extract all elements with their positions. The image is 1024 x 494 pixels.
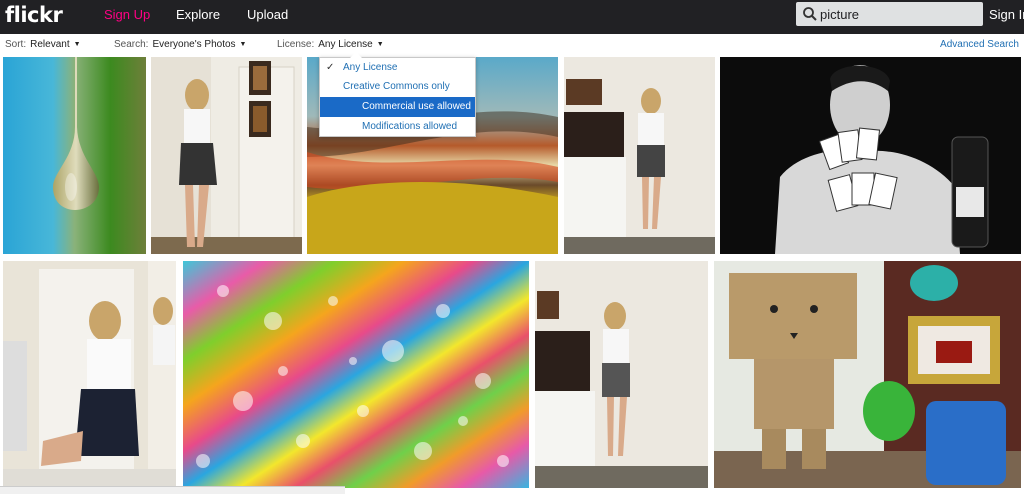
photo-woman-bedroom[interactable] xyxy=(564,57,715,254)
photo-mirror-selfie[interactable] xyxy=(3,261,176,488)
option-label: Creative Commons only xyxy=(343,81,450,92)
photo-colorful-droplets[interactable] xyxy=(183,261,529,488)
sort-filter[interactable]: Sort: Relevant ▼ xyxy=(5,39,81,50)
photo-woman-hallway[interactable] xyxy=(151,57,302,254)
upload-link[interactable]: Upload xyxy=(247,7,288,22)
search-scope-value[interactable]: Everyone's Photos xyxy=(152,39,235,50)
search-scope-filter[interactable]: Search: Everyone's Photos ▼ xyxy=(114,39,246,50)
license-option-creative-commons[interactable]: Creative Commons only xyxy=(320,77,475,97)
sign-in-link[interactable]: Sign In xyxy=(989,7,1024,22)
license-label: License: xyxy=(277,39,315,50)
search-input[interactable] xyxy=(820,4,978,24)
license-option-any[interactable]: ✓ Any License xyxy=(320,58,475,78)
photo-woman-cards[interactable] xyxy=(720,57,1021,254)
filter-bar: Sort: Relevant ▼ Search: Everyone's Photos ▼… xyxy=(0,34,1024,56)
explore-link[interactable]: Explore xyxy=(176,7,220,22)
sort-label: Sort: xyxy=(5,39,27,50)
caret-down-icon[interactable]: ▼ xyxy=(240,41,247,48)
search-icon[interactable] xyxy=(802,6,818,22)
advanced-search-link[interactable]: Advanced Search xyxy=(940,39,1019,50)
photo-water-drop[interactable] xyxy=(3,57,146,254)
license-value[interactable]: Any License xyxy=(318,39,372,50)
sign-up-link[interactable]: Sign Up xyxy=(104,7,150,22)
license-option-commercial[interactable]: Commercial use allowed xyxy=(320,97,475,117)
license-option-modifications[interactable]: Modifications allowed xyxy=(320,117,475,137)
photo-danbo-toys[interactable] xyxy=(714,261,1021,488)
option-label: Commercial use allowed xyxy=(362,101,471,112)
license-dropdown-menu: ✓ Any License Creative Commons only Comm… xyxy=(319,52,476,137)
caret-down-icon[interactable]: ▼ xyxy=(74,41,81,48)
search-scope-label: Search: xyxy=(114,39,149,50)
option-label: Any License xyxy=(343,62,398,73)
option-label: Modifications allowed xyxy=(362,121,458,132)
caret-down-icon[interactable]: ▼ xyxy=(377,41,384,48)
checkmark-icon: ✓ xyxy=(326,62,335,73)
sort-value[interactable]: Relevant xyxy=(30,39,69,50)
browser-status-bar xyxy=(0,486,345,494)
search-box[interactable] xyxy=(796,2,983,26)
flickr-logo[interactable]: flickr xyxy=(5,3,63,27)
photo-woman-bedroom-2[interactable] xyxy=(535,261,708,488)
top-navigation-bar: flickr Sign Up Explore Upload Sign In xyxy=(0,0,1024,34)
license-filter[interactable]: License: Any License ▼ xyxy=(277,39,384,50)
